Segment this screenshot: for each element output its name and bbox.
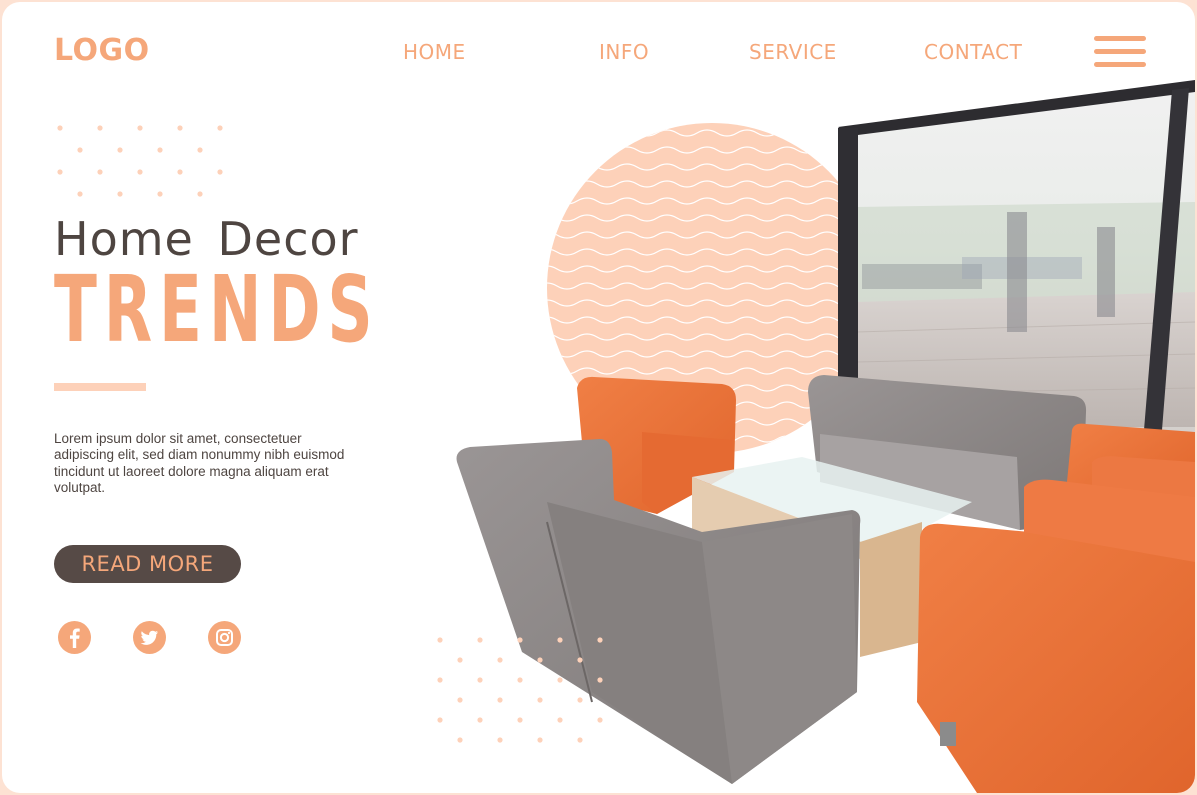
facebook-icon[interactable] (58, 621, 91, 654)
hero-title-line2: TRENDS (54, 256, 380, 363)
instagram-icon[interactable] (208, 621, 241, 654)
twitter-icon[interactable] (133, 621, 166, 654)
hero-body-text: Lorem ipsum dolor sit amet, consectetuer… (54, 431, 345, 495)
landing-page: LOGO HOME INFO SERVICE CONTACT Home Deco… (2, 2, 1195, 793)
title-underline (54, 383, 146, 391)
read-more-button[interactable]: READ MORE (54, 545, 241, 583)
